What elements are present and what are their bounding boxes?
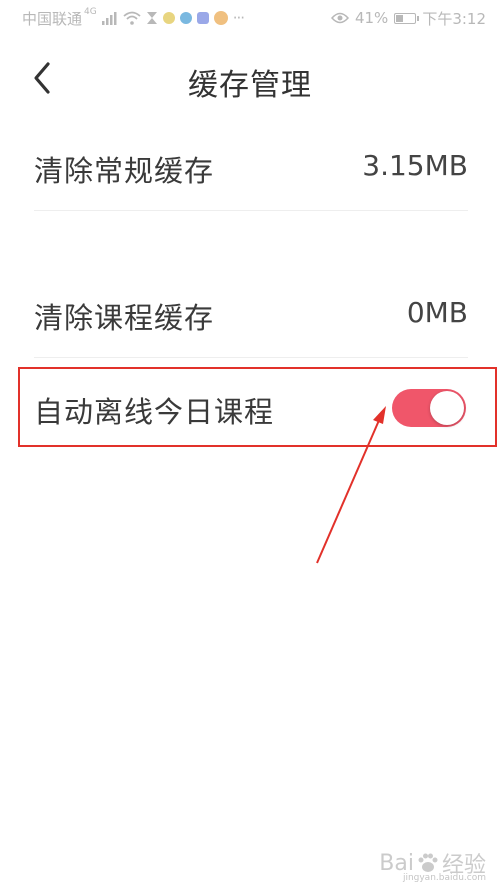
- divider: [34, 210, 468, 211]
- status-time: 下午3:12: [422, 9, 486, 28]
- signal-icon: [101, 12, 117, 25]
- status-bar: 中国联通 4G ··· 41% 下午3:12: [0, 0, 500, 36]
- watermark: Bai 经验 jingyan.baidu.com: [379, 847, 486, 884]
- app-notification-icon: [162, 12, 175, 24]
- carrier-label: 中国联通: [22, 9, 83, 28]
- app-notification-icon: [179, 12, 192, 24]
- auto-offline-toggle[interactable]: [392, 389, 466, 427]
- app-notification-icon: [213, 11, 228, 25]
- clear-regular-cache-row[interactable]: 清除常规缓存 3.15MB: [34, 148, 468, 188]
- regular-cache-size: 3.15MB: [362, 149, 468, 182]
- battery-icon: [394, 12, 420, 24]
- annotation-arrow: [316, 406, 386, 564]
- status-right: 41% 下午3:12: [325, 8, 486, 28]
- app-notification-icon: [196, 12, 209, 24]
- page-title: 缓存管理: [188, 68, 312, 103]
- divider: [34, 357, 468, 358]
- course-cache-size: 0MB: [406, 296, 468, 329]
- clear-course-cache-row[interactable]: 清除课程缓存 0MB: [34, 295, 468, 335]
- eye-icon: [330, 12, 349, 24]
- header: 缓存管理: [0, 48, 500, 112]
- auto-offline-label: 自动离线今日课程: [34, 395, 275, 429]
- clear-regular-cache-label: 清除常规缓存: [34, 154, 215, 188]
- watermark-text-left: Bai: [379, 850, 414, 876]
- battery-percent: 41%: [354, 9, 389, 27]
- watermark-subtext: jingyan.baidu.com: [402, 873, 486, 883]
- toggle-knob: [430, 391, 464, 425]
- hourglass-icon: [146, 12, 157, 24]
- status-left: 中国联通 4G ···: [22, 7, 245, 28]
- wifi-icon: [123, 11, 141, 25]
- more-icon: ···: [232, 9, 245, 27]
- battery-fill: [396, 14, 404, 22]
- network-label: 4G: [84, 7, 97, 17]
- clear-course-cache-label: 清除课程缓存: [34, 301, 215, 335]
- paw-icon: [418, 853, 438, 872]
